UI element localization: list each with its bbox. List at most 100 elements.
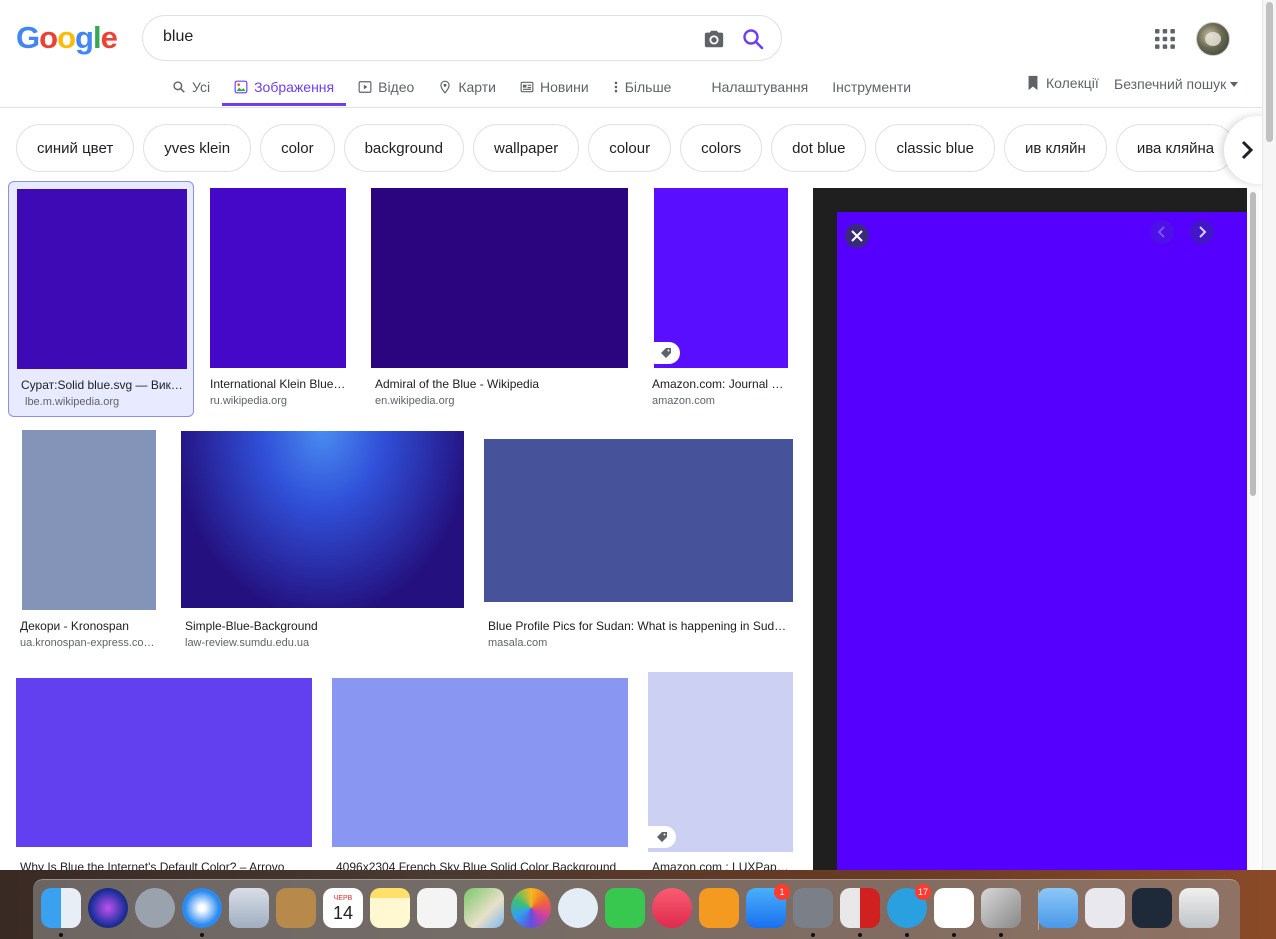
siri-icon[interactable]	[88, 888, 128, 928]
tab-all[interactable]: Усі	[160, 68, 222, 106]
play-icon	[358, 81, 372, 93]
image-preview-panel	[813, 188, 1247, 878]
search-chip[interactable]: background	[343, 124, 464, 172]
result-thumbnail[interactable]	[22, 430, 156, 610]
image-result[interactable]: Сурат:Solid blue.svg — Вик… lbe.m.wikiped…	[8, 181, 194, 417]
safari-icon[interactable]	[182, 888, 222, 928]
downloads-folder-icon[interactable]	[1038, 888, 1078, 928]
launchpad-icon[interactable]	[135, 888, 175, 928]
contacts-icon[interactable]	[276, 888, 316, 928]
mail-icon[interactable]	[229, 888, 269, 928]
product-tag-icon	[648, 826, 676, 848]
tab-maps[interactable]: Карти	[426, 68, 508, 106]
result-thumbnail[interactable]	[181, 431, 464, 608]
search-chip[interactable]: colour	[588, 124, 672, 172]
notes-icon[interactable]	[370, 888, 410, 928]
avatar[interactable]	[1196, 22, 1230, 56]
page-scrollbar[interactable]	[1262, 0, 1276, 870]
google-logo[interactable]: Google	[16, 20, 118, 56]
scroll-thumb[interactable]	[1250, 192, 1256, 496]
image-result[interactable]: Admiral of the Blue - Wikipedia en.wikipe…	[366, 181, 634, 417]
search-chip[interactable]: wallpaper	[472, 124, 580, 172]
trash-icon[interactable]	[1179, 888, 1219, 928]
calendar-icon[interactable]: ЧЕРВ 14	[323, 888, 363, 928]
reminders-icon[interactable]	[417, 888, 457, 928]
result-domain: ua.kronospan-express.co…	[20, 637, 155, 649]
result-title[interactable]: Simple-Blue-Background	[185, 619, 464, 633]
close-preview-button[interactable]	[845, 224, 869, 248]
tab-images[interactable]: Зображення	[222, 68, 347, 106]
search-chip[interactable]: ива кляйна	[1115, 124, 1236, 172]
result-thumbnail[interactable]	[16, 678, 312, 847]
result-thumbnail[interactable]	[17, 189, 187, 369]
macos-dock: ЧЕРВ 14 1 17	[33, 879, 1240, 939]
terminal-thumbnail-icon[interactable]	[1132, 888, 1172, 928]
result-title[interactable]: Сурат:Solid blue.svg — Вик…	[21, 378, 189, 392]
result-thumbnail[interactable]	[332, 678, 628, 847]
image-result[interactable]: Why Is Blue the Internet's Default Color…	[8, 670, 320, 880]
tab-tools[interactable]: Інструменти	[820, 68, 923, 106]
image-result[interactable]: Amazon.com : LUXPap…	[642, 665, 800, 880]
photos-icon[interactable]	[511, 888, 551, 928]
messages-icon[interactable]	[558, 888, 598, 928]
result-title[interactable]: International Klein Blue…	[210, 377, 354, 391]
tab-label: Зображення	[254, 79, 335, 95]
music-icon[interactable]	[652, 888, 692, 928]
safe-search-dropdown[interactable]: Безпечний пошук	[1114, 76, 1239, 92]
image-result[interactable]: International Klein Blue… ru.wikipedia.or…	[202, 181, 360, 417]
facetime-icon[interactable]	[605, 888, 645, 928]
collections-link[interactable]: Колекції	[1026, 75, 1099, 91]
result-thumbnail[interactable]	[210, 188, 346, 368]
camera-icon[interactable]	[703, 28, 725, 50]
app-store-icon[interactable]: 1	[746, 884, 790, 928]
preview-image[interactable]	[837, 212, 1247, 878]
tab-news[interactable]: Новини	[508, 68, 601, 106]
image-icon	[234, 80, 248, 94]
tab-more[interactable]: Більше	[601, 68, 684, 106]
logo-letter: e	[100, 20, 118, 55]
result-thumbnail[interactable]	[654, 188, 788, 368]
preview-scrollbar[interactable]	[1247, 188, 1259, 878]
apps-grid-icon[interactable]	[1154, 28, 1176, 50]
search-chip[interactable]: синий цвет	[16, 124, 135, 172]
utilities-icon[interactable]	[981, 888, 1021, 928]
result-title[interactable]: Amazon.com: Journal …	[652, 377, 792, 391]
maps-icon[interactable]	[464, 888, 504, 928]
result-title[interactable]: Декори - Kronospan	[20, 619, 158, 633]
books-icon[interactable]	[699, 888, 739, 928]
search-chip[interactable]: color	[260, 124, 335, 172]
result-thumbnail[interactable]	[648, 672, 793, 852]
slack-icon[interactable]	[934, 888, 974, 928]
search-chip[interactable]: dot blue	[771, 124, 867, 172]
tab-label: Карти	[458, 79, 496, 95]
image-result[interactable]: Декори - Kronospan ua.kronospan-express.c…	[14, 424, 164, 660]
scroll-thumb[interactable]	[1266, 2, 1273, 142]
image-result[interactable]: Blue Profile Pics for Sudan: What is hap…	[480, 424, 798, 660]
search-input[interactable]	[163, 28, 663, 46]
tab-settings[interactable]: Налаштування	[699, 68, 820, 106]
result-domain: masala.com	[488, 637, 548, 649]
safe-search-label: Безпечний пошук	[1114, 76, 1227, 92]
next-image-button[interactable]	[1190, 220, 1214, 244]
result-title[interactable]: Admiral of the Blue - Wikipedia	[375, 377, 628, 391]
telegram-icon[interactable]: 17	[887, 884, 931, 928]
tab-video[interactable]: Відео	[346, 68, 426, 106]
previous-image-button[interactable]	[1150, 220, 1174, 244]
image-result[interactable]: Amazon.com: Journal … amazon.com	[648, 181, 798, 417]
result-thumbnail[interactable]	[484, 439, 793, 602]
search-chip[interactable]: colors	[680, 124, 763, 172]
result-thumbnail[interactable]	[371, 188, 628, 368]
search-icon	[173, 81, 185, 93]
result-title[interactable]: Blue Profile Pics for Sudan: What is hap…	[488, 619, 792, 633]
finder-icon[interactable]	[41, 888, 81, 928]
image-result[interactable]: 4096x2304 French Sky Blue Solid Color Ba…	[326, 670, 636, 880]
image-result[interactable]: Simple-Blue-Background law-review.sumdu.e…	[176, 424, 470, 660]
search-chip[interactable]: ив кляйн	[1004, 124, 1107, 172]
search-chip[interactable]: yves klein	[143, 124, 252, 172]
parallels-icon[interactable]	[840, 888, 880, 928]
screenshot-thumbnail-icon[interactable]	[1085, 888, 1125, 928]
search-icon[interactable]	[741, 27, 765, 51]
search-chip[interactable]: classic blue	[875, 124, 996, 172]
system-preferences-icon[interactable]	[793, 888, 833, 928]
logo-letter: G	[16, 20, 40, 55]
